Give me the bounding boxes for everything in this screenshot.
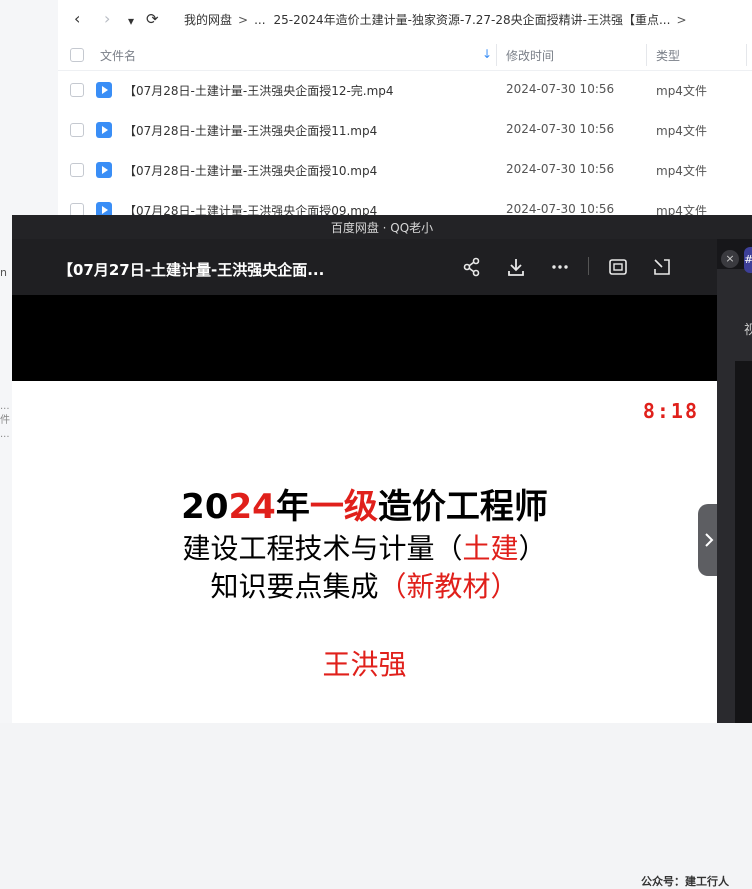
player-source-label: 百度网盘 · QQ老小 xyxy=(330,221,434,235)
file-row[interactable]: 【07月28日-土建计量-王洪强央企面授12-完.mp4 2024-07-30 … xyxy=(58,70,752,110)
column-divider[interactable] xyxy=(746,44,747,66)
navigation-bar: ‹ › ▾ ⟳ 我的网盘 >... 25-2024年造价土建计量-独家资源-7.27… xyxy=(58,0,752,38)
screenshot-icon[interactable] xyxy=(606,255,630,279)
slide-title-line3: 知识要点集成（新教材） xyxy=(12,565,717,605)
file-date: 2024-07-30 10:56 xyxy=(506,162,615,176)
sliver-dot-3: ... xyxy=(0,429,10,440)
chevron-right-icon xyxy=(705,533,714,547)
row-checkbox[interactable] xyxy=(70,83,84,97)
column-modified[interactable]: 修改时间 xyxy=(506,47,554,64)
close-icon[interactable]: × xyxy=(721,250,739,268)
slide-text: 20 xyxy=(181,487,229,527)
slide-text: 建设工程技术与计量（ xyxy=(182,532,463,565)
slide-text: ） xyxy=(518,532,547,565)
breadcrumb-root[interactable]: 我的网盘 xyxy=(184,13,232,27)
row-checkbox[interactable] xyxy=(70,163,84,177)
column-name[interactable]: 文件名 xyxy=(100,47,136,64)
file-type: mp4文件 xyxy=(656,84,707,98)
file-type: mp4文件 xyxy=(656,164,707,178)
refresh-button[interactable]: ⟳ xyxy=(146,10,159,28)
sliver-dot-2: 件 xyxy=(0,415,10,426)
column-divider[interactable] xyxy=(646,44,647,66)
file-name[interactable]: 【07月28日-土建计量-王洪强央企面授12-完.mp4 xyxy=(124,82,394,99)
share-icon[interactable] xyxy=(460,255,484,279)
slide-author: 王洪强 xyxy=(322,648,407,681)
file-name[interactable]: 【07月28日-土建计量-王洪强央企面授11.mp4 xyxy=(124,122,377,139)
file-type: mp4文件 xyxy=(656,124,707,138)
video-letterbox xyxy=(12,295,717,381)
column-divider[interactable] xyxy=(496,44,497,66)
row-checkbox[interactable] xyxy=(70,123,84,137)
slide-timer: 8:18 xyxy=(642,399,699,423)
slide-text-red: （新教材） xyxy=(378,570,519,603)
slide-text-red: 一级 xyxy=(309,487,378,527)
file-row[interactable]: 【07月28日-土建计量-王洪强央企面授11.mp4 2024-07-30 10… xyxy=(58,110,752,150)
sort-down-icon[interactable]: ↓ xyxy=(482,47,492,61)
video-title: 【07月27日-土建计量-王洪强央企面... xyxy=(58,261,325,279)
select-all-checkbox[interactable] xyxy=(70,48,84,62)
watermark-text: 公众号：建工行人 xyxy=(641,875,729,888)
player-source-bar: 百度网盘 · QQ老小 xyxy=(12,215,752,239)
toolbar-divider xyxy=(588,257,589,275)
video-file-icon xyxy=(96,82,112,98)
file-row[interactable]: 【07月28日-土建计量-王洪强央企面授10.mp4 2024-07-30 10… xyxy=(58,150,752,190)
video-file-icon xyxy=(96,162,112,178)
breadcrumb: 我的网盘 >... 25-2024年造价土建计量-独家资源-7.27-28央企面授精… xyxy=(184,11,693,28)
forward-button[interactable]: › xyxy=(104,10,110,28)
video-file-icon xyxy=(96,122,112,138)
player-header: 【07月27日-土建计量-王洪强央企面... xyxy=(12,239,717,295)
file-list-header: 文件名 ↓ 修改时间 类型 xyxy=(58,38,752,71)
file-date: 2024-07-30 10:56 xyxy=(506,122,615,136)
slide-text: 知识要点集成 xyxy=(210,570,379,603)
download-icon[interactable] xyxy=(504,255,528,279)
slide-text-red: 24 xyxy=(228,487,276,527)
file-date: 2024-07-30 10:56 xyxy=(506,82,615,96)
video-frame[interactable]: 8:18 2024年一级造价工程师 建设工程技术与计量（土建） 知识要点集成（新… xyxy=(12,381,729,888)
breadcrumb-separator: > xyxy=(238,13,249,27)
side-panel-content xyxy=(735,361,752,723)
file-name[interactable]: 【07月28日-土建计量-王洪强央企面授10.mp4 xyxy=(124,162,377,179)
file-date: 2024-07-30 10:56 xyxy=(506,202,615,216)
breadcrumb-ellipsis[interactable]: ... xyxy=(254,13,265,27)
sliver-dot-1: ... xyxy=(0,401,10,412)
slide-text-red: 土建 xyxy=(462,532,519,565)
sliver-text: n xyxy=(0,266,7,279)
history-dropdown-icon[interactable]: ▾ xyxy=(128,12,134,30)
sliver-dots: ... 件 ... xyxy=(0,400,10,442)
more-icon[interactable] xyxy=(548,255,572,279)
video-player-window: 百度网盘 · QQ老小 【07月27日-土建计量-王洪强央企面... 8:18 … xyxy=(12,215,752,888)
side-panel-label: 视 xyxy=(744,323,752,338)
breadcrumb-current[interactable]: 25-2024年造价土建计量-独家资源-7.27-28央企面授精讲-王洪强【重点… xyxy=(274,13,671,27)
slide-text: 造价工程师 xyxy=(377,487,548,527)
side-tag[interactable]: # xyxy=(744,247,752,273)
breadcrumb-more[interactable]: > xyxy=(676,13,686,27)
column-type[interactable]: 类型 xyxy=(656,47,680,64)
back-button[interactable]: ‹ xyxy=(74,10,80,28)
slide-title-line2: 建设工程技术与计量（土建） xyxy=(12,527,717,567)
slide-title-line1: 2024年一级造价工程师 xyxy=(12,479,717,528)
pip-icon[interactable] xyxy=(650,255,674,279)
slide-text: 年 xyxy=(275,487,310,527)
side-panel-edge: × # 视 xyxy=(717,239,752,723)
